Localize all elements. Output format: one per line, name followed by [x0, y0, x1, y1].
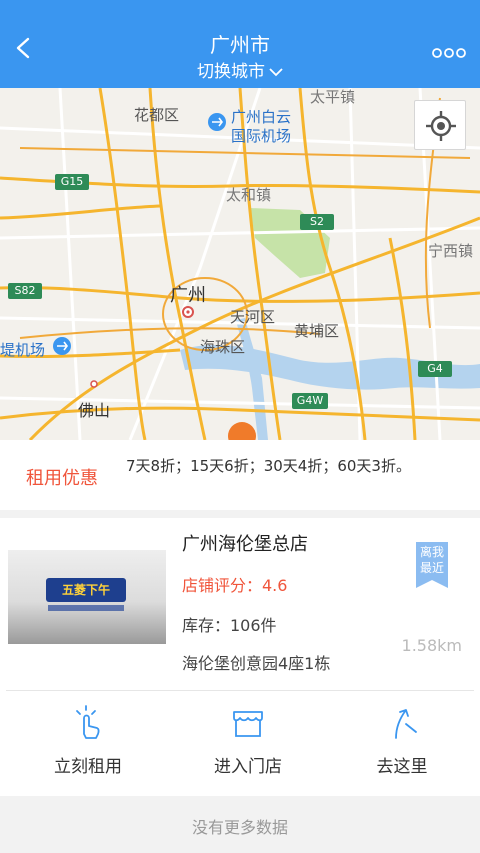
route-label-s82: S82: [14, 284, 36, 297]
store-sign-text: 五菱下午: [61, 583, 110, 597]
nearest-badge: 离我最近: [416, 542, 448, 588]
navigate-here-button[interactable]: 去这里: [322, 690, 480, 796]
route-label-g4: G4: [427, 362, 443, 375]
rent-now-button[interactable]: 立刻租用: [8, 690, 168, 796]
navigation-arrow-icon: [395, 709, 417, 739]
top-nav-bar: 广州市 切换城市: [0, 0, 480, 88]
no-more-data-text: 没有更多数据: [191, 818, 288, 837]
route-label-g15: G15: [60, 175, 84, 188]
nearest-badge-text: 离我最近: [419, 545, 444, 575]
map-label-tianhe: 天河区: [230, 308, 276, 326]
chevron-down-icon: [269, 68, 283, 77]
crosshair-icon: [426, 111, 456, 141]
map-label-left-airport: 堤机场: [0, 341, 46, 359]
route-label-g4w: G4W: [296, 394, 324, 407]
rent-now-label: 立刻租用: [54, 757, 122, 777]
discount-text: 7天8折；15天6折；30天4折；60天3折。: [126, 457, 411, 475]
map-label-airport-line2: 国际机场: [231, 127, 292, 145]
store-photo: 五菱下午: [8, 550, 166, 644]
map-label-taihe: 太和镇: [226, 186, 272, 204]
enter-store-button[interactable]: 进入门店: [168, 690, 328, 796]
map-label-foshan: 佛山: [78, 401, 111, 420]
map-label-ningxi: 宁西镇: [428, 242, 474, 260]
city-map[interactable]: 花都区 广州白云 国际机场 太平镇 太和镇 宁西镇 广州 天河区 黄埔区 海珠区…: [0, 88, 480, 440]
store-name: 广州海伦堡总店: [182, 534, 308, 555]
store-rating: 店铺评分：4.6: [182, 576, 288, 595]
navigate-here-label: 去这里: [376, 757, 428, 777]
map-label-taiping: 太平镇: [310, 88, 356, 106]
rental-discount-section: 租用优惠 7天8折；15天6折；30天4折；60天3折。: [0, 440, 480, 510]
city-title: 广州市: [210, 33, 270, 57]
tap-hand-icon: [76, 705, 100, 739]
store-address: 海伦堡创意园4座1栋: [182, 654, 331, 673]
store-card[interactable]: 五菱下午 广州海伦堡总店 店铺评分：4.6 库存：106件 海伦堡创意园4座1栋…: [0, 518, 480, 796]
more-options-icon[interactable]: [432, 46, 466, 60]
store-stock: 库存：106件: [182, 616, 277, 635]
store-location-pin-icon[interactable]: [228, 422, 256, 440]
route-label-s2: S2: [310, 215, 324, 228]
store-distance: 1.58km: [401, 636, 462, 655]
discount-label: 租用优惠: [26, 468, 98, 489]
locate-me-button[interactable]: [414, 100, 466, 150]
map-label-huangpu: 黄埔区: [294, 322, 340, 340]
map-label-haizhu: 海珠区: [200, 338, 246, 356]
map-label-guangzhou: 广州: [170, 285, 206, 306]
switch-city-button[interactable]: 切换城市: [0, 60, 480, 84]
storefront-icon: [233, 711, 263, 737]
switch-city-label: 切换城市: [197, 62, 265, 82]
enter-store-label: 进入门店: [214, 757, 282, 777]
map-label-huadu: 花都区: [134, 106, 180, 124]
map-label-airport-line1: 广州白云: [231, 108, 292, 126]
